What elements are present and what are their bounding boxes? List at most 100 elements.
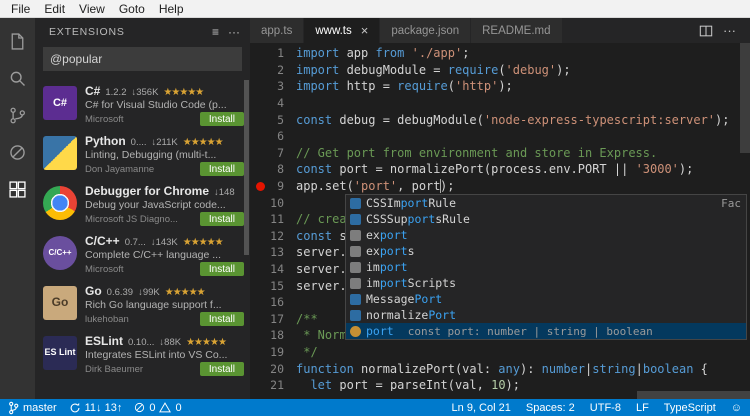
- install-button[interactable]: Install: [200, 212, 244, 226]
- eol-setting[interactable]: LF: [636, 402, 649, 414]
- code-line[interactable]: 9app.set('port', port);: [250, 178, 740, 195]
- code-line[interactable]: 6: [250, 128, 740, 145]
- code-line[interactable]: 4: [250, 95, 740, 112]
- menu-file[interactable]: File: [4, 0, 37, 18]
- extension-downloads: ↓99K: [138, 287, 160, 298]
- line-number: 12: [270, 229, 284, 243]
- activity-item-search[interactable]: [0, 60, 35, 97]
- suggestion-item[interactable]: MessagePort: [346, 291, 746, 307]
- suggestion-item[interactable]: export: [346, 227, 746, 243]
- suggestion-item[interactable]: portconst port: number | string | boolea…: [346, 323, 746, 339]
- indentation-setting[interactable]: Spaces: 2: [526, 402, 575, 414]
- extension-name: ESLint: [85, 334, 123, 348]
- line-number: 7: [277, 146, 284, 160]
- line-gutter: 21: [250, 377, 296, 391]
- feedback-smiley-icon[interactable]: ☺: [731, 402, 742, 414]
- extension-item[interactable]: ES LintESLint0.10...↓88K★★★★★Integrates …: [35, 330, 250, 380]
- editor-horizontal-scrollbar[interactable]: [250, 391, 750, 399]
- git-branch-indicator[interactable]: master: [8, 401, 57, 415]
- extension-author: Microsoft: [85, 114, 196, 125]
- tab-label: www.ts: [315, 25, 351, 37]
- extension-item[interactable]: Python0....↓211K★★★★★Linting, Debugging …: [35, 130, 250, 180]
- menu-goto[interactable]: Goto: [112, 0, 152, 18]
- install-button[interactable]: Install: [200, 262, 244, 276]
- extension-main: Python0....↓211K★★★★★Linting, Debugging …: [85, 134, 244, 176]
- activity-item-explorer[interactable]: [0, 23, 35, 60]
- install-button[interactable]: Install: [200, 162, 244, 176]
- code-line[interactable]: 3import http = require('http');: [250, 78, 740, 95]
- suggestion-item[interactable]: exports: [346, 243, 746, 259]
- extension-description: Debug your JavaScript code...: [85, 199, 244, 211]
- suggestion-item[interactable]: importScripts: [346, 275, 746, 291]
- extensions-search-input[interactable]: [43, 47, 242, 71]
- code-line[interactable]: 8const port = normalizePort(process.env.…: [250, 161, 740, 178]
- code-line[interactable]: 7// Get port from environment and store …: [250, 145, 740, 162]
- cursor-position[interactable]: Ln 9, Col 21: [452, 402, 511, 414]
- line-gutter: 5: [250, 111, 296, 128]
- extension-version: 0.7...: [125, 237, 146, 248]
- extension-author: Don Jayamanne: [85, 164, 196, 175]
- code-text: import http = require('http');: [296, 79, 740, 93]
- tab-README.md[interactable]: README.md: [471, 18, 562, 43]
- install-button[interactable]: Install: [200, 312, 244, 326]
- install-button[interactable]: Install: [200, 362, 244, 376]
- python-extension-icon: [43, 136, 77, 170]
- menu-help[interactable]: Help: [152, 0, 191, 18]
- sort-extensions-icon[interactable]: ≡: [212, 25, 219, 39]
- line-number: 20: [270, 362, 284, 376]
- menu-view[interactable]: View: [72, 0, 112, 18]
- line-gutter: 19: [250, 344, 296, 361]
- code-line[interactable]: 20function normalizePort(val: any): numb…: [250, 360, 740, 377]
- suggestion-item[interactable]: import: [346, 259, 746, 275]
- extension-item[interactable]: GoGo0.6.39↓99K★★★★★Rich Go language supp…: [35, 280, 250, 330]
- code-line[interactable]: 2import debugModule = require('debug');: [250, 62, 740, 79]
- extension-item[interactable]: C#C#1.2.2↓356K★★★★★C# for Visual Studio …: [35, 80, 250, 130]
- line-number: 4: [277, 96, 284, 110]
- suggestion-label: importScripts: [366, 276, 456, 290]
- vertical-scrollbar-slider[interactable]: [740, 43, 750, 153]
- extension-main: C#1.2.2↓356K★★★★★C# for Visual Studio Co…: [85, 84, 244, 126]
- menu-edit[interactable]: Edit: [37, 0, 72, 18]
- field-icon: [350, 294, 361, 305]
- module-icon: [350, 262, 361, 273]
- install-button[interactable]: Install: [200, 112, 244, 126]
- activity-item-extensions[interactable]: [0, 171, 35, 208]
- line-gutter: 20: [250, 360, 296, 377]
- split-editor-icon[interactable]: [699, 24, 713, 38]
- language-mode[interactable]: TypeScript: [664, 402, 716, 414]
- tab-www.ts[interactable]: www.ts ×: [304, 18, 380, 43]
- activity-bar: [0, 18, 35, 399]
- extension-main: Go0.6.39↓99K★★★★★Rich Go language suppor…: [85, 284, 244, 326]
- code-line[interactable]: 1import app from './app';: [250, 45, 740, 62]
- more-editor-actions-icon[interactable]: ···: [723, 23, 736, 38]
- breakpoint-dot[interactable]: [256, 182, 265, 191]
- line-gutter: 6: [250, 128, 296, 145]
- extension-item[interactable]: C/C++C/C++0.7...↓143K★★★★★Complete C/C++…: [35, 230, 250, 280]
- menu-bar: FileEditViewGotoHelp: [0, 0, 750, 18]
- problems-indicator[interactable]: 0 0: [134, 402, 181, 414]
- horizontal-scrollbar-slider[interactable]: [637, 391, 750, 399]
- suggestion-item[interactable]: CSSImportRuleFac: [346, 195, 746, 211]
- code-text: const port = normalizePort(process.env.P…: [296, 162, 740, 176]
- more-actions-icon[interactable]: ···: [228, 25, 240, 39]
- sync-indicator[interactable]: 11↓ 13↑: [69, 402, 123, 414]
- activity-item-debug[interactable]: [0, 134, 35, 171]
- panel-header: EXTENSIONS ≡ ···: [35, 18, 250, 46]
- code-line[interactable]: 21 let port = parseInt(val, 10);: [250, 377, 740, 391]
- go-extension-icon: Go: [43, 286, 77, 320]
- code-line[interactable]: 5const debug = debugModule('node-express…: [250, 111, 740, 128]
- encoding-setting[interactable]: UTF-8: [590, 402, 621, 414]
- tab-package.json[interactable]: package.json: [380, 18, 471, 43]
- sidebar-scrollbar[interactable]: [244, 80, 249, 255]
- tab-app.ts[interactable]: app.ts: [250, 18, 304, 43]
- code-line[interactable]: 19 */: [250, 344, 740, 361]
- activity-item-source-control[interactable]: [0, 97, 35, 134]
- tab-label: app.ts: [261, 25, 292, 37]
- field-icon: [350, 310, 361, 321]
- suggestion-item[interactable]: CSSSupportsRule: [346, 211, 746, 227]
- close-tab-icon[interactable]: ×: [361, 24, 369, 37]
- suggestion-item[interactable]: normalizePort: [346, 307, 746, 323]
- suggestion-label: import: [366, 260, 408, 274]
- branch-icon: [8, 401, 19, 415]
- extension-item[interactable]: Debugger for Chrome↓148Debug your JavaSc…: [35, 180, 250, 230]
